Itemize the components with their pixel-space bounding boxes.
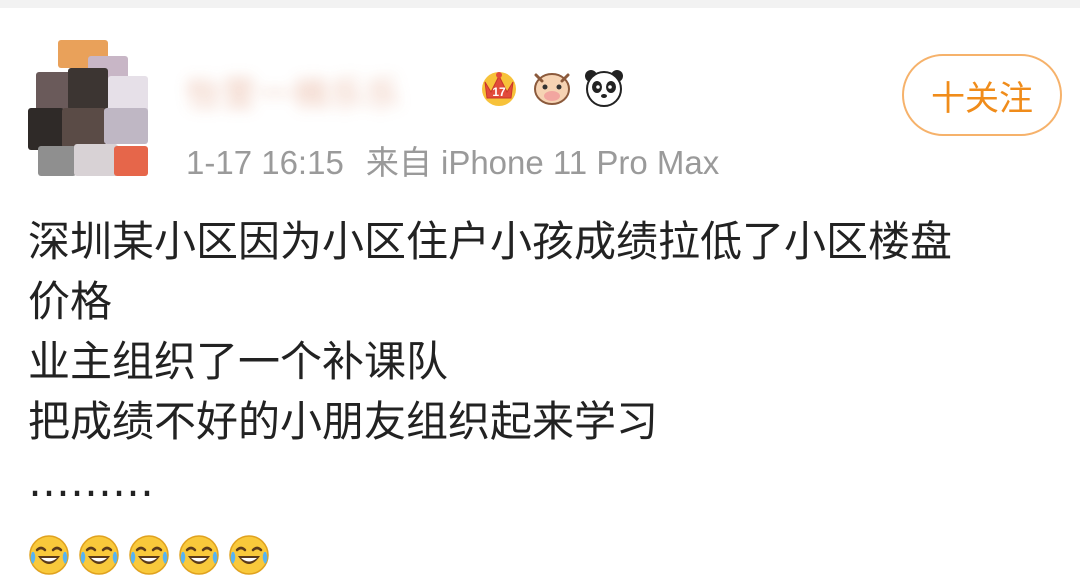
weibo-post-card: 怡萱一楠乐乐 17 1-17 16:15 来自 iPhone 11 Pro Ma… [0, 8, 1080, 586]
laugh-cry-emoji-icon [78, 534, 120, 576]
cow-icon [530, 65, 574, 109]
crown-icon: 17 [476, 64, 522, 110]
post-text-line: 业主组织了一个补课队 [28, 337, 449, 386]
post-ellipsis: ……… [28, 457, 154, 506]
post-text-line: 把成绩不好的小朋友组织起来学习 [28, 397, 659, 446]
user-badges: 17 [476, 64, 626, 110]
laugh-cry-emoji-icon [128, 534, 170, 576]
avatar[interactable] [28, 38, 154, 178]
laugh-cry-emoji-icon [28, 534, 70, 576]
username[interactable]: 怡萱一楠乐乐 [186, 66, 402, 116]
svg-text:17: 17 [492, 85, 506, 99]
post-content: 深圳某小区因为小区住户小孩成绩拉低了小区楼盘 价格 业主组织了一个补课队 把成绩… [28, 212, 1058, 512]
top-divider [0, 0, 1080, 8]
post-meta: 1-17 16:15 来自 iPhone 11 Pro Max [186, 136, 719, 184]
panda-icon [582, 65, 626, 109]
post-time: 1-17 16:15 [186, 144, 344, 181]
laugh-cry-emoji-icon [228, 534, 270, 576]
post-source: 来自 iPhone 11 Pro Max [365, 144, 720, 181]
laugh-cry-emoji-icon [178, 534, 220, 576]
emoji-row [28, 534, 270, 576]
username-text[interactable]: 怡萱一楠乐乐 [186, 67, 402, 116]
post-text-line: 价格 [28, 277, 113, 326]
follow-button[interactable]: 十关注 [902, 54, 1062, 136]
post-text-line: 深圳某小区因为小区住户小孩成绩拉低了小区楼盘 [28, 217, 953, 266]
